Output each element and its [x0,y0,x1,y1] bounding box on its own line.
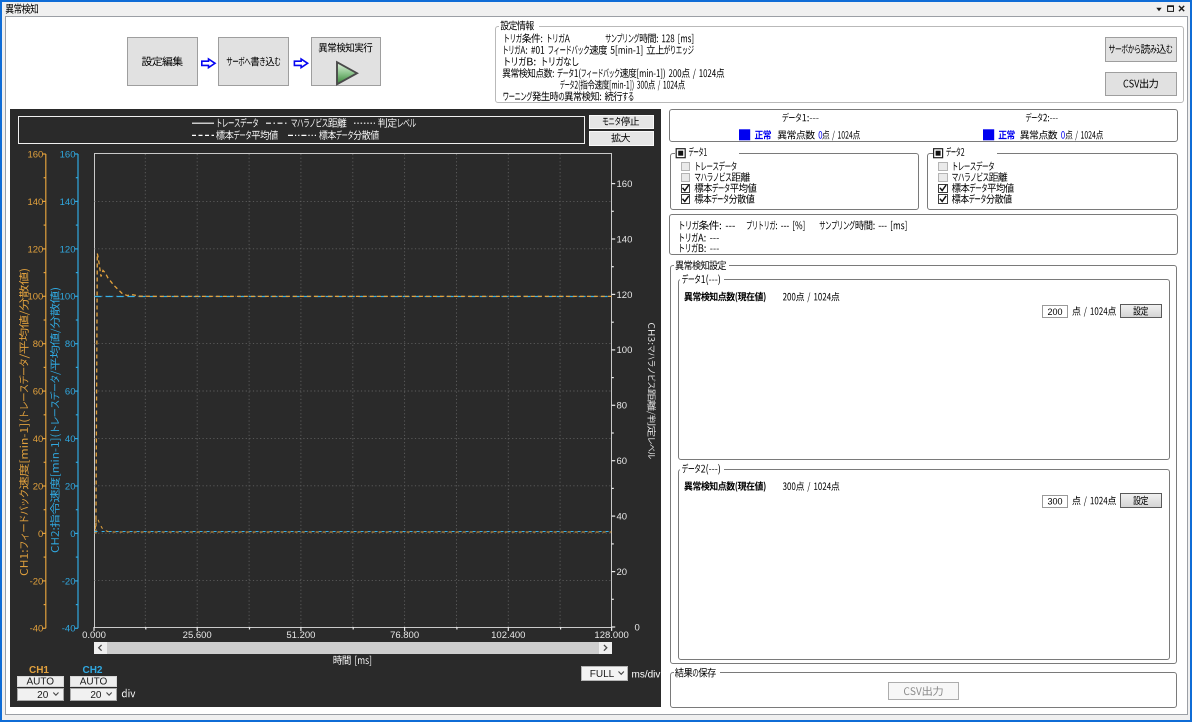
svg-text:0: 0 [38,529,43,540]
svg-text:60: 60 [617,456,628,467]
svg-text:60: 60 [65,387,76,398]
svg-text:102.400: 102.400 [491,630,525,641]
svg-text:160: 160 [60,149,76,160]
svg-text:300: 300 [1047,496,1062,506]
svg-text:80: 80 [33,339,44,350]
svg-text:80: 80 [617,401,628,412]
svg-text:120: 120 [60,244,76,255]
svg-text:0: 0 [635,622,640,633]
svg-text:CH2: CH2 [82,665,102,676]
svg-text:100: 100 [60,292,76,303]
svg-text:20: 20 [90,690,102,701]
svg-text:80: 80 [65,339,76,350]
svg-text:AUTO: AUTO [80,677,108,688]
svg-text:20: 20 [617,567,628,578]
svg-text:-20: -20 [30,576,44,587]
svg-text:CH1: CH1 [29,665,49,676]
svg-text:-20: -20 [62,576,76,587]
svg-text:140: 140 [27,197,43,208]
svg-text:-40: -40 [30,624,44,635]
svg-text:120: 120 [617,290,633,301]
svg-text:20: 20 [33,481,44,492]
svg-text:0.000: 0.000 [82,630,106,641]
svg-text:200: 200 [1047,307,1062,317]
svg-text:51.200: 51.200 [286,630,315,641]
svg-text:76.800: 76.800 [390,630,419,641]
svg-text:0: 0 [70,529,75,540]
svg-text:25.600: 25.600 [183,630,212,641]
svg-text:20: 20 [37,690,49,701]
svg-text:AUTO: AUTO [26,677,54,688]
svg-text:100: 100 [617,345,633,356]
svg-text:-40: -40 [62,624,76,635]
svg-text:20: 20 [65,481,76,492]
svg-text:ms/div: ms/div [632,669,661,680]
svg-text:40: 40 [65,434,76,445]
svg-text:60: 60 [33,387,44,398]
svg-text:100: 100 [27,292,43,303]
svg-text:140: 140 [60,197,76,208]
svg-text:140: 140 [617,234,633,245]
svg-text:160: 160 [617,179,633,190]
svg-text:160: 160 [27,149,43,160]
svg-text:120: 120 [27,244,43,255]
svg-text:40: 40 [617,512,628,523]
svg-text:128.000: 128.000 [594,630,628,641]
svg-text:FULL: FULL [590,669,615,680]
svg-text:40: 40 [33,434,44,445]
